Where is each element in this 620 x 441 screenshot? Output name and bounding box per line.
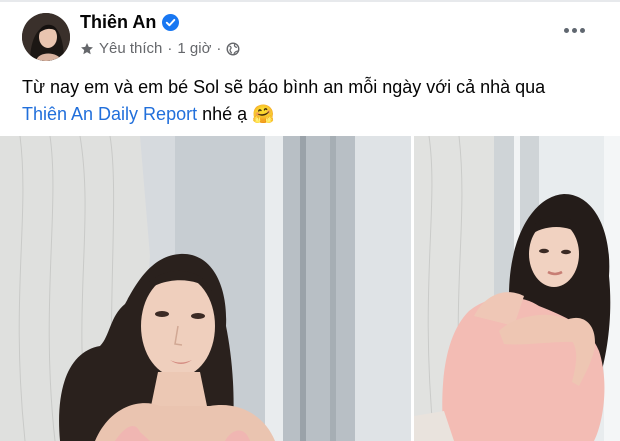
hug-emoji: 🤗 (252, 104, 275, 124)
post-text-line1: Từ nay em và em bé Sol sẽ báo bình an mỗ… (22, 77, 546, 97)
more-options-icon[interactable] (564, 24, 586, 36)
meta-separator: · (167, 40, 173, 57)
post-text-line2: nhé ạ (197, 104, 253, 124)
post-header: Thiên An Yêu thích · 1 giờ · (0, 0, 620, 70)
avatar[interactable] (22, 13, 70, 61)
audience-label: Yêu thích (99, 40, 163, 57)
more-dot (580, 27, 585, 33)
post-photo-1[interactable] (0, 136, 411, 441)
more-dot (564, 27, 569, 33)
post-text: Từ nay em và em bé Sol sẽ báo bình an mỗ… (22, 74, 602, 128)
post-time[interactable]: 1 giờ (177, 40, 211, 57)
author-name[interactable]: Thiên An (80, 12, 156, 33)
tagged-page-link[interactable]: Thiên An Daily Report (22, 104, 197, 124)
post-photo-2[interactable] (414, 136, 620, 441)
author-row: Thiên An (80, 12, 180, 33)
post-meta: Yêu thích · 1 giờ · (80, 40, 240, 57)
globe-icon[interactable] (226, 42, 240, 56)
star-icon (80, 42, 94, 56)
photo-grid (0, 136, 620, 441)
meta-separator-2: · (216, 40, 222, 57)
more-dot (572, 27, 577, 33)
verified-badge-icon (162, 14, 180, 31)
